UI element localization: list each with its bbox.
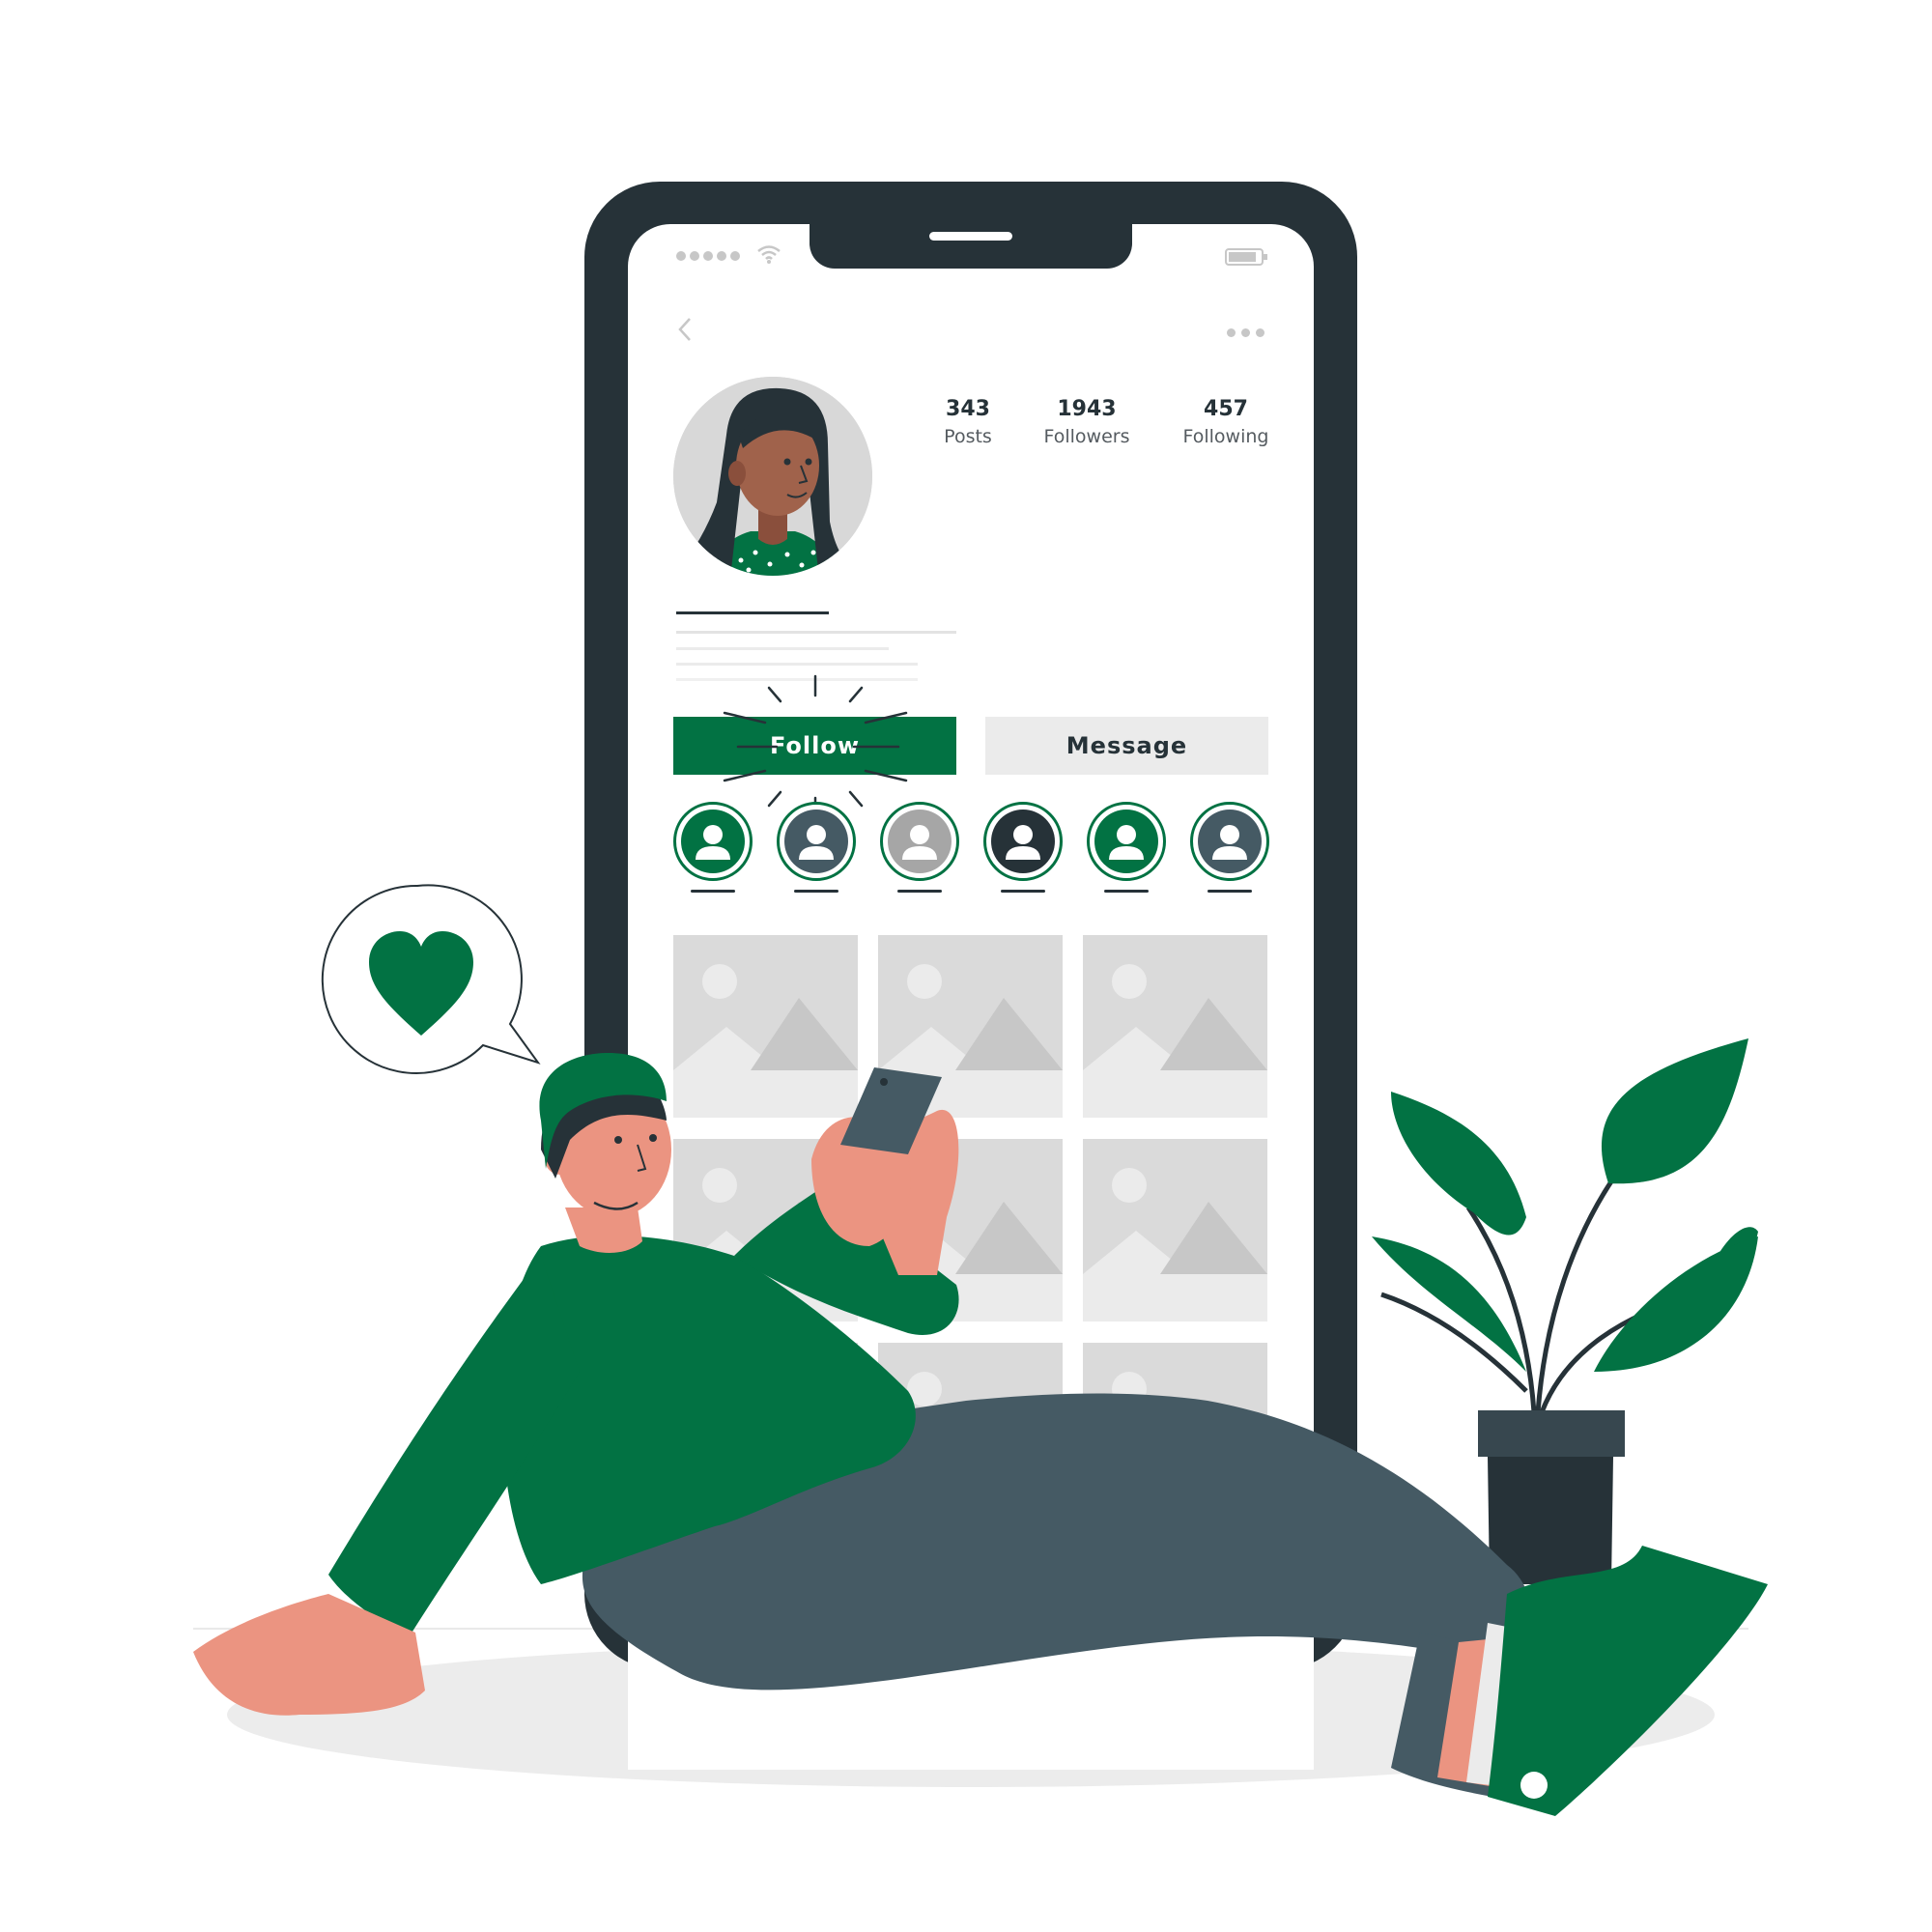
post-thumbnail[interactable] <box>673 1343 858 1525</box>
user-icon <box>696 825 730 860</box>
avatar[interactable] <box>673 377 872 576</box>
more-icon[interactable] <box>1227 323 1271 337</box>
highlight-6[interactable] <box>1190 802 1269 881</box>
speech-bubble <box>321 884 541 1074</box>
image-placeholder-icon <box>673 935 858 1118</box>
image-placeholder-icon <box>878 1343 1063 1525</box>
post-thumbnail[interactable] <box>1083 1139 1267 1321</box>
post-thumbnail[interactable] <box>1083 1343 1267 1525</box>
user-icon <box>1109 825 1144 860</box>
image-placeholder-icon <box>1083 1343 1267 1525</box>
avatar-illustration <box>673 377 872 576</box>
post-thumbnail[interactable] <box>673 1139 858 1321</box>
back-icon[interactable] <box>674 315 696 344</box>
user-icon <box>799 825 834 860</box>
following-count: 457 <box>1204 397 1248 421</box>
highlight-1[interactable] <box>673 802 753 881</box>
post-thumbnail[interactable] <box>878 1139 1063 1321</box>
notch-speaker <box>929 232 1012 241</box>
follow-button[interactable]: Follow <box>673 717 956 775</box>
user-icon <box>1006 825 1040 860</box>
wifi-icon <box>757 245 781 264</box>
post-thumbnail[interactable] <box>673 935 858 1118</box>
highlight-3[interactable] <box>880 802 959 881</box>
highlight-5[interactable] <box>1087 802 1166 881</box>
stat-following[interactable]: 457 Following <box>1144 396 1308 450</box>
image-placeholder-icon <box>1083 1139 1267 1321</box>
message-button[interactable]: Message <box>985 717 1268 775</box>
highlight-4[interactable] <box>983 802 1063 881</box>
user-icon <box>1212 825 1247 860</box>
image-placeholder-icon <box>878 935 1063 1118</box>
image-placeholder-icon <box>673 1139 858 1321</box>
image-placeholder-icon <box>1083 935 1267 1118</box>
user-icon <box>902 825 937 860</box>
highlight-2[interactable] <box>777 802 856 881</box>
post-thumbnail[interactable] <box>1083 935 1267 1118</box>
battery-icon <box>1225 248 1267 266</box>
image-placeholder-icon <box>673 1343 858 1525</box>
following-label: Following <box>1182 426 1269 447</box>
potted-plant <box>1372 1038 1758 1584</box>
phone-notch <box>810 216 1132 269</box>
image-placeholder-icon <box>878 1139 1063 1321</box>
post-thumbnail[interactable] <box>878 1343 1063 1525</box>
post-thumbnail[interactable] <box>878 935 1063 1118</box>
